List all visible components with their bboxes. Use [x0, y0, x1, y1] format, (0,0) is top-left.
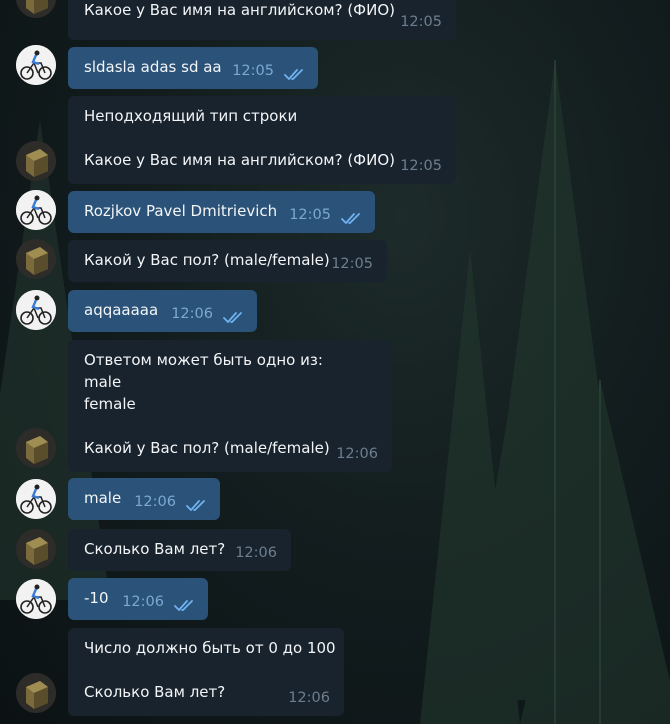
user-avatar[interactable] — [16, 190, 56, 230]
bot-avatar[interactable] — [16, 428, 56, 468]
bot-avatar[interactable] — [16, 239, 56, 279]
user-avatar[interactable] — [16, 479, 56, 519]
bot-message[interactable]: Сколько Вам лет? 12:06 — [68, 529, 291, 571]
user-message[interactable]: male 12:06 — [68, 478, 220, 520]
message-text: aqqaaaaa — [84, 301, 159, 319]
message-text: Какое у Вас имя на английском? (ФИО) — [84, 151, 395, 169]
message-text: sldasla adas sd aa — [84, 58, 222, 76]
message-text: Сколько Вам лет? — [84, 540, 226, 558]
message-timestamp: 12:05 — [400, 158, 442, 174]
message-text: male — [84, 373, 122, 391]
message-timestamp: 12:06 — [122, 594, 164, 610]
user-message[interactable]: Rozjkov Pavel Dmitrievich 12:05 — [68, 191, 375, 233]
message-timestamp: 12:05 — [331, 256, 373, 272]
message-text: Rozjkov Pavel Dmitrievich — [84, 202, 278, 220]
message-text: Сколько Вам лет? — [84, 683, 226, 701]
double-check-icon — [223, 308, 245, 323]
message-timestamp: 12:06 — [235, 545, 277, 561]
message-text: female — [84, 395, 136, 413]
message-timestamp: 12:06 — [336, 446, 378, 462]
bot-message[interactable]: Какое у Вас имя на английском? (ФИО) 12:0… — [68, 0, 456, 40]
user-message[interactable]: sldasla adas sd aa 12:05 — [68, 47, 318, 89]
message-text: Ответом может быть одно из: — [84, 351, 323, 369]
message-timestamp: 12:06 — [171, 306, 213, 322]
bot-avatar[interactable] — [16, 141, 56, 181]
user-avatar[interactable] — [16, 45, 56, 85]
bot-message[interactable]: Число должно быть от 0 до 100 Сколько Вам… — [68, 628, 344, 716]
message-timestamp: 12:06 — [134, 494, 176, 510]
bot-avatar[interactable] — [16, 529, 56, 569]
message-text: -10 — [84, 589, 109, 607]
message-timestamp: 12:05 — [289, 207, 331, 223]
double-check-icon — [284, 65, 306, 80]
user-avatar[interactable] — [16, 290, 56, 330]
message-text: Число должно быть от 0 до 100 — [84, 639, 336, 657]
message-timestamp: 12:05 — [400, 14, 442, 30]
bot-message[interactable]: Ответом может быть одно из: male female Как… — [68, 340, 392, 472]
message-timestamp: 12:06 — [288, 690, 330, 706]
message-timestamp: 12:05 — [232, 63, 274, 79]
message-text: Какой у Вас пол? (male/female) — [84, 439, 330, 457]
double-check-icon — [186, 496, 208, 511]
bot-message[interactable]: Какой у Вас пол? (male/female) 12:05 — [68, 240, 387, 282]
message-text: male — [84, 489, 122, 507]
user-avatar[interactable] — [16, 579, 56, 619]
bot-message[interactable]: Неподходящий тип строки Какое у Вас имя н… — [68, 96, 456, 184]
user-message[interactable]: -10 12:06 — [68, 578, 208, 620]
double-check-icon — [174, 596, 196, 611]
message-text: Какое у Вас имя на английском? (ФИО) — [84, 1, 395, 19]
user-message[interactable]: aqqaaaaa 12:06 — [68, 290, 257, 332]
message-text: Какой у Вас пол? (male/female) — [84, 251, 330, 269]
double-check-icon — [341, 209, 363, 224]
bot-avatar[interactable] — [16, 673, 56, 713]
message-text: Неподходящий тип строки — [84, 107, 298, 125]
